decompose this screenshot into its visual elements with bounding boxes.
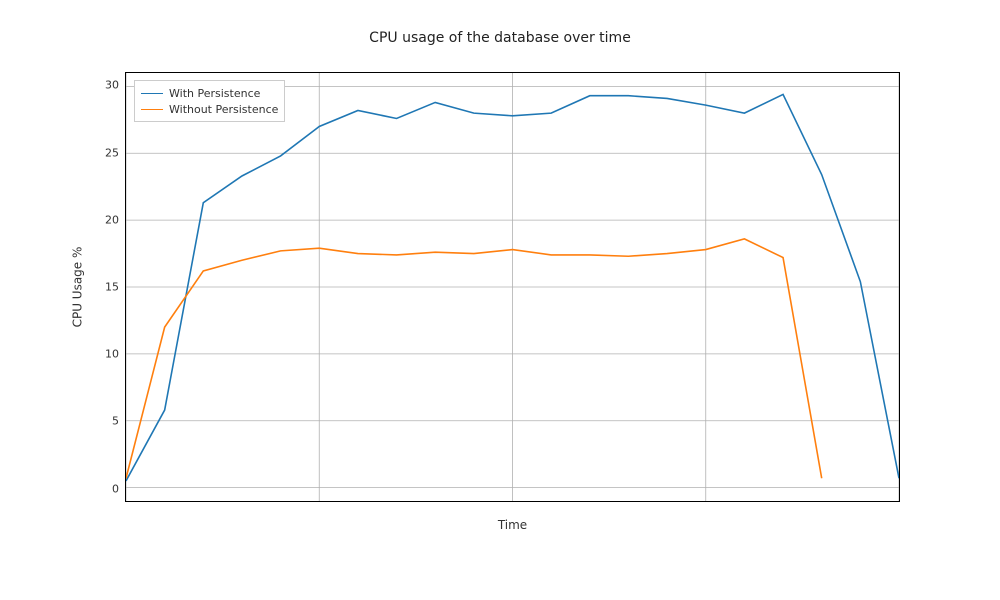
legend-entry-without-persistence: Without Persistence [141,101,278,117]
figure: CPU usage of the database over time CPU … [0,0,1000,600]
y-tick-label: 0 [97,482,119,495]
plot-svg [126,73,899,501]
line-series-without-persistence [126,239,822,478]
legend: With Persistence Without Persistence [134,80,285,122]
chart-title: CPU usage of the database over time [0,30,1000,46]
legend-label: With Persistence [169,87,260,100]
legend-swatch-icon [141,109,163,110]
y-tick-label: 25 [97,146,119,159]
legend-label: Without Persistence [169,103,278,116]
grid-group [126,73,899,501]
y-tick-label: 20 [97,213,119,226]
y-axis-label-container: CPU Usage % [70,72,84,502]
x-axis-label: Time [125,518,900,532]
legend-entry-with-persistence: With Persistence [141,85,278,101]
y-axis-label: CPU Usage % [70,247,84,328]
y-tick-label: 5 [97,415,119,428]
legend-swatch-icon [141,93,163,94]
y-tick-label: 10 [97,348,119,361]
plot-area [125,72,900,502]
y-tick-label: 30 [97,79,119,92]
y-tick-label: 15 [97,281,119,294]
